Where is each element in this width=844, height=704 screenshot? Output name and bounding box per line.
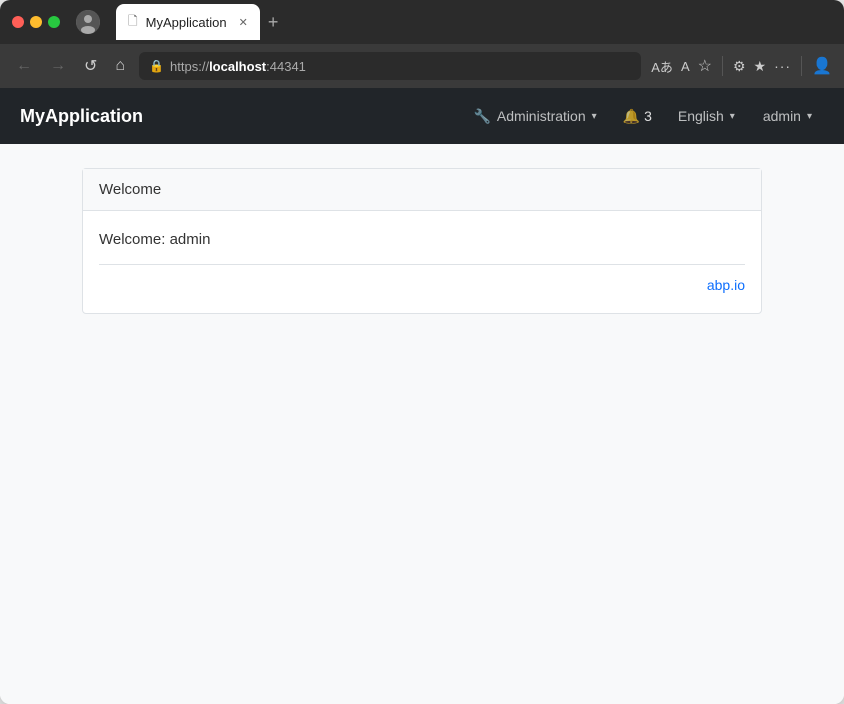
translate-button[interactable]: Aあ	[651, 57, 673, 76]
card-divider	[99, 264, 745, 265]
language-caret-icon: ▾	[730, 111, 735, 122]
nav-bar: ← → ↺ ⌂ 🔒 https://localhost:44341 Aあ A ☆…	[0, 44, 844, 88]
forward-button[interactable]: →	[46, 53, 70, 79]
nav-separator	[722, 56, 723, 76]
url-protocol: https://	[170, 59, 209, 74]
close-button[interactable]	[12, 16, 24, 28]
address-text: https://localhost:44341	[170, 59, 306, 74]
app-navbar: MyApplication 🔧 Administration ▾ 🔔 3 Eng…	[0, 88, 844, 144]
maximize-button[interactable]	[48, 16, 60, 28]
back-button[interactable]: ←	[12, 53, 36, 79]
refresh-button[interactable]: ↺	[80, 52, 101, 80]
nav-actions: Aあ A ☆ ⚙ ★ ··· 👤	[651, 56, 832, 76]
notifications-button[interactable]: 🔔 3	[613, 100, 662, 133]
minimize-button[interactable]	[30, 16, 42, 28]
address-bar[interactable]: 🔒 https://localhost:44341	[139, 52, 641, 80]
welcome-card: Welcome Welcome: admin abp.io	[82, 168, 762, 314]
home-button[interactable]: ⌂	[111, 53, 129, 79]
browser-profile-avatar[interactable]	[76, 10, 100, 34]
app-brand[interactable]: MyApplication	[20, 106, 143, 127]
language-label: English	[678, 108, 724, 124]
tab-close-button[interactable]: ✕	[239, 16, 248, 29]
new-tab-button[interactable]: +	[268, 12, 279, 33]
card-header: Welcome	[83, 169, 761, 211]
user-caret-icon: ▾	[807, 111, 812, 122]
user-menu-item[interactable]: admin ▾	[751, 100, 824, 132]
url-port: :44341	[266, 59, 306, 74]
welcome-message: Welcome: admin	[99, 231, 745, 248]
title-bar: 🗋 MyApplication ✕ +	[0, 0, 844, 44]
browser-window: 🗋 MyApplication ✕ + ← → ↺ ⌂ 🔒 https://lo…	[0, 0, 844, 704]
active-tab[interactable]: 🗋 MyApplication ✕	[116, 4, 260, 40]
administration-label: Administration	[497, 108, 586, 124]
nav-separator-2	[801, 56, 802, 76]
app-nav-menu: 🔧 Administration ▾ 🔔 3 English ▾ admin ▾	[461, 100, 824, 133]
traffic-lights	[12, 16, 60, 28]
bookmark-button[interactable]: ☆	[698, 56, 712, 76]
lock-icon: 🔒	[149, 59, 164, 73]
language-menu-item[interactable]: English ▾	[666, 100, 747, 132]
profile-button[interactable]: 👤	[812, 56, 832, 76]
bell-icon: 🔔	[623, 108, 640, 125]
url-host: localhost	[209, 59, 266, 74]
speak-button[interactable]: A	[681, 59, 690, 74]
tab-title: MyApplication	[146, 15, 227, 30]
administration-menu-item[interactable]: 🔧 Administration ▾	[461, 100, 608, 133]
page-content: Welcome Welcome: admin abp.io	[0, 144, 844, 704]
more-button[interactable]: ···	[774, 58, 791, 74]
notification-badge: 3	[644, 108, 652, 124]
extensions-button[interactable]: ⚙	[733, 58, 746, 75]
tab-bar: 🗋 MyApplication ✕ +	[116, 4, 832, 40]
admin-caret-icon: ▾	[592, 111, 597, 122]
abp-link[interactable]: abp.io	[99, 277, 745, 293]
favorites-button[interactable]: ★	[754, 58, 767, 75]
tab-page-icon: 🗋	[128, 12, 138, 33]
card-body: Welcome: admin abp.io	[83, 211, 761, 313]
user-label: admin	[763, 108, 801, 124]
wrench-icon: 🔧	[473, 108, 490, 125]
